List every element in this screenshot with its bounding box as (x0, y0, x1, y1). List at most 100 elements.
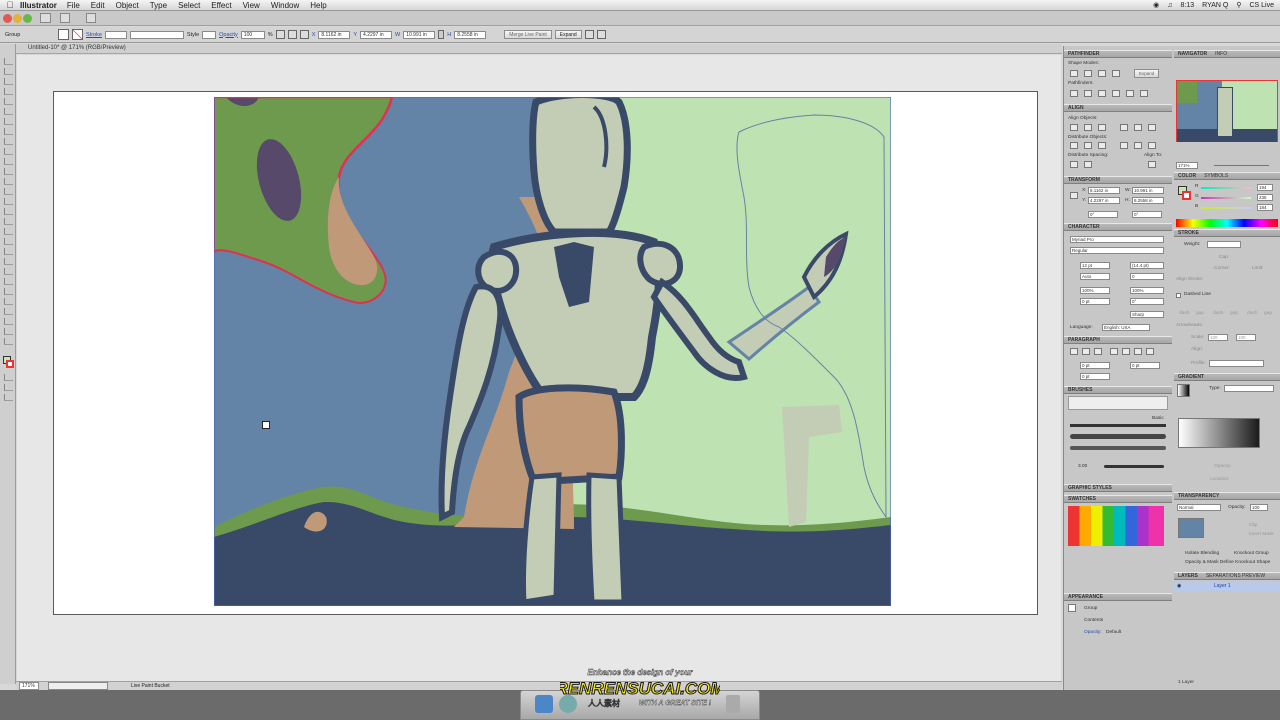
swatch-grid[interactable] (1068, 506, 1164, 546)
right-shoulder[interactable] (637, 240, 683, 287)
menu-help[interactable]: Help (310, 1, 326, 10)
appearance-contents-row[interactable]: Contents (1084, 618, 1103, 623)
vertical-spacing-icon[interactable] (1070, 161, 1078, 168)
isolate-blending-label[interactable]: Isolate Blending (1185, 551, 1219, 556)
color-panel-header[interactable]: COLOR SYMBOLS (1174, 172, 1280, 180)
justify-center-icon[interactable] (1122, 348, 1130, 355)
leading-field[interactable]: (14.4 pt) (1130, 262, 1164, 269)
transparency-thumbnail[interactable] (1178, 518, 1204, 538)
transparency-opacity-field[interactable]: 100 (1250, 504, 1268, 511)
x-label[interactable]: X (312, 32, 316, 38)
stroke-color-box[interactable] (6, 360, 14, 368)
align-hcenter-icon[interactable] (1084, 124, 1092, 131)
justify-left-icon[interactable] (1110, 348, 1118, 355)
info-tab[interactable]: INFO (1215, 51, 1227, 57)
align-right-text-icon[interactable] (1094, 348, 1102, 355)
right-indent-field[interactable]: 0 pt (1130, 362, 1160, 369)
ai-logo-icon[interactable] (40, 13, 51, 23)
distribute-hcenter-icon[interactable] (1134, 142, 1142, 149)
align-to-icon[interactable] (1148, 161, 1156, 168)
gradient-slider-preview[interactable] (1178, 418, 1260, 448)
y-field[interactable]: 4.2297 in (360, 30, 393, 39)
symbols-tab[interactable]: SYMBOLS (1204, 173, 1228, 179)
bridge-icon[interactable] (60, 13, 70, 23)
selection-tool-icon[interactable] (4, 58, 13, 65)
gap-options-icon[interactable] (584, 30, 594, 39)
document-tab[interactable]: Untitled-10* @ 171% (RGB/Preview) (28, 45, 126, 51)
opacity-field[interactable]: 100 (240, 30, 265, 39)
merge-live-paint-button[interactable]: Merge Live Paint (504, 30, 552, 39)
minimize-window-button[interactable] (13, 14, 22, 23)
left-leg[interactable] (520, 472, 562, 605)
current-tool-status[interactable]: Live Paint Bucket (131, 683, 170, 689)
blob-brush-tool-icon[interactable] (4, 158, 13, 165)
horizontal-scale-field[interactable]: 100% (1080, 287, 1110, 294)
justify-right-icon[interactable] (1134, 348, 1142, 355)
shape-builder-tool-icon[interactable] (4, 218, 13, 225)
transparency-panel-header[interactable]: TRANSPARENCY (1174, 492, 1280, 500)
gradient-type-field[interactable] (1224, 385, 1274, 392)
symbol-sprayer-tool-icon[interactable] (4, 288, 13, 295)
menu-window[interactable]: Window (271, 1, 299, 10)
mannequin-hips[interactable] (515, 384, 625, 486)
divide-icon[interactable] (1070, 90, 1078, 97)
tracking-field[interactable]: 0 (1130, 273, 1164, 280)
align-top-icon[interactable] (1120, 124, 1128, 131)
wifi-icon[interactable]: ◉ (1153, 1, 1159, 9)
align-bottom-icon[interactable] (1148, 124, 1156, 131)
anti-aliasing-field[interactable]: Sharp (1130, 311, 1164, 318)
layer-name[interactable]: Layer 1 (1214, 583, 1231, 589)
horizontal-spacing-icon[interactable] (1084, 161, 1092, 168)
artboard-tool-icon[interactable] (4, 308, 13, 315)
transform-w-field[interactable]: 10.991 in (1132, 187, 1164, 194)
x-field[interactable]: 8.1162 in (318, 30, 351, 39)
distribute-right-icon[interactable] (1148, 142, 1156, 149)
blend-mode-field[interactable]: Normal (1177, 504, 1221, 511)
recolor-icon[interactable] (275, 30, 285, 39)
brush-stroke-3[interactable] (1070, 446, 1166, 450)
profile-field[interactable] (1209, 360, 1264, 367)
stroke-swatch[interactable] (72, 29, 83, 40)
exclude-icon[interactable] (1112, 70, 1120, 77)
knockout-group-label[interactable]: Knockout Group (1234, 551, 1269, 556)
arrow-scale-end-field[interactable]: 100 (1236, 334, 1256, 341)
baseline-shift-field[interactable]: 0 pt (1080, 298, 1110, 305)
zoom-tool-icon[interactable] (4, 338, 13, 345)
stroke-panel-header[interactable]: STROKE (1174, 229, 1280, 237)
line-tool-icon[interactable] (4, 118, 13, 125)
volume-icon[interactable]: ♫ (1167, 2, 1172, 9)
b-field[interactable]: 184 (1257, 204, 1273, 211)
rotate-tool-icon[interactable] (4, 178, 13, 185)
type-tool-icon[interactable] (4, 108, 13, 115)
r-field[interactable]: 194 (1257, 184, 1273, 191)
appearance-opacity-link[interactable]: Opacity: (1084, 630, 1102, 635)
arrange-documents-icon[interactable] (86, 13, 96, 23)
justify-all-icon[interactable] (1146, 348, 1154, 355)
brushes-panel-header[interactable]: BRUSHES (1064, 386, 1172, 394)
w-field[interactable]: 10.991 in (403, 30, 436, 39)
outline-icon[interactable] (1126, 90, 1134, 97)
direct-selection-tool-icon[interactable] (4, 68, 13, 75)
layers-panel-header[interactable]: LAYERS SEPARATIONS PREVIEW (1174, 572, 1280, 580)
eye-icon[interactable]: ◉ (1177, 583, 1181, 589)
drawing-mode-icon[interactable] (4, 384, 13, 391)
r-slider[interactable] (1201, 187, 1251, 189)
brush-stroke-2[interactable] (1070, 434, 1166, 439)
column-graph-tool-icon[interactable] (4, 298, 13, 305)
gradient-preview-swatch[interactable] (1177, 384, 1190, 397)
eyedropper-tool-icon[interactable] (4, 268, 13, 275)
left-indent-field[interactable]: 0 pt (1080, 362, 1110, 369)
language-field[interactable]: English: USA (1102, 324, 1150, 331)
navigator-panel-header[interactable]: NAVIGATOR INFO (1174, 50, 1280, 58)
free-transform-tool-icon[interactable] (4, 208, 13, 215)
perspective-grid-tool-icon[interactable] (4, 238, 13, 245)
unite-icon[interactable] (1070, 70, 1078, 77)
h-label[interactable]: H (447, 32, 451, 38)
menu-file[interactable]: File (67, 1, 80, 10)
w-label[interactable]: W (395, 32, 400, 38)
menu-select[interactable]: Select (178, 1, 200, 10)
align-icon[interactable] (287, 30, 297, 39)
constrain-link-icon[interactable] (438, 30, 445, 39)
intersect-icon[interactable] (1098, 70, 1106, 77)
variable-width-profile[interactable] (129, 30, 184, 39)
